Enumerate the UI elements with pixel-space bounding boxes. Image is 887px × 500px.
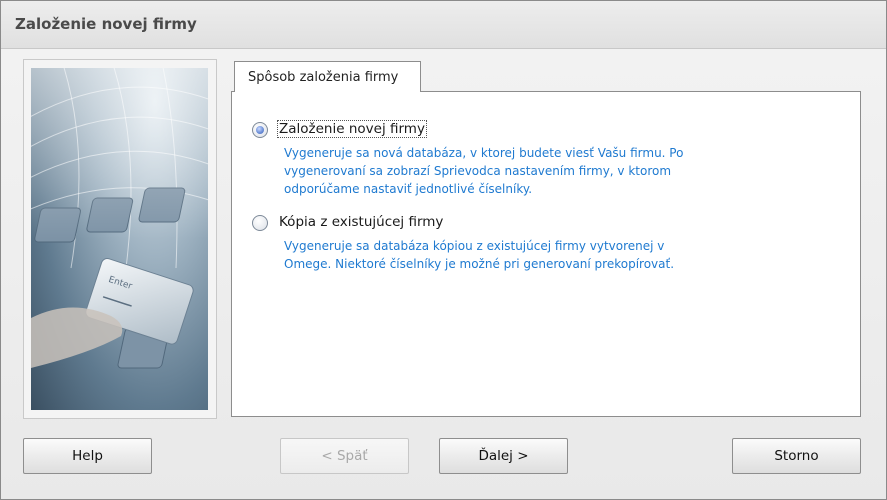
description-line: vygenerovaní sa zobrazí Sprievodca nasta… <box>284 164 672 178</box>
radio-new-company[interactable] <box>252 122 268 138</box>
next-button[interactable]: Ďalej > <box>439 438 568 474</box>
option-new-company-description: Vygeneruje sa nová databáza, v ktorej bu… <box>284 144 744 198</box>
description-line: Vygeneruje sa nová databáza, v ktorej bu… <box>284 146 684 160</box>
cancel-button[interactable]: Storno <box>732 438 861 474</box>
radio-copy-company[interactable] <box>252 215 268 231</box>
title-bar: Založenie novej firmy <box>1 1 886 49</box>
wizard-window: Založenie novej firmy Spôsob založenia f… <box>0 0 887 500</box>
option-copy-company-label[interactable]: Kópia z existujúcej firmy <box>278 214 444 230</box>
keyboard-illustration: Enter <box>31 68 208 410</box>
help-button[interactable]: Help <box>23 438 152 474</box>
option-copy-company-description: Vygeneruje sa databáza kópiou z existujú… <box>284 237 744 273</box>
window-title: Založenie novej firmy <box>15 15 197 33</box>
tab-creation-method[interactable]: Spôsob založenia firmy <box>234 61 421 92</box>
description-line: Vygeneruje sa databáza kópiou z existujú… <box>284 239 665 253</box>
description-line: Omege. Niektoré číselníky je možné pri g… <box>284 257 675 271</box>
tab-panel: Založenie novej firmy Vygeneruje sa nová… <box>231 91 861 417</box>
illustration-frame: Enter <box>23 59 217 419</box>
description-line: odporúčame nastaviť jednotlivé číselníky… <box>284 182 533 196</box>
back-button[interactable]: < Späť <box>280 438 409 474</box>
option-new-company-label[interactable]: Založenie novej firmy <box>277 120 427 138</box>
keyboard-enter-key-image: Enter <box>31 68 208 410</box>
tab-label: Spôsob založenia firmy <box>248 70 399 85</box>
